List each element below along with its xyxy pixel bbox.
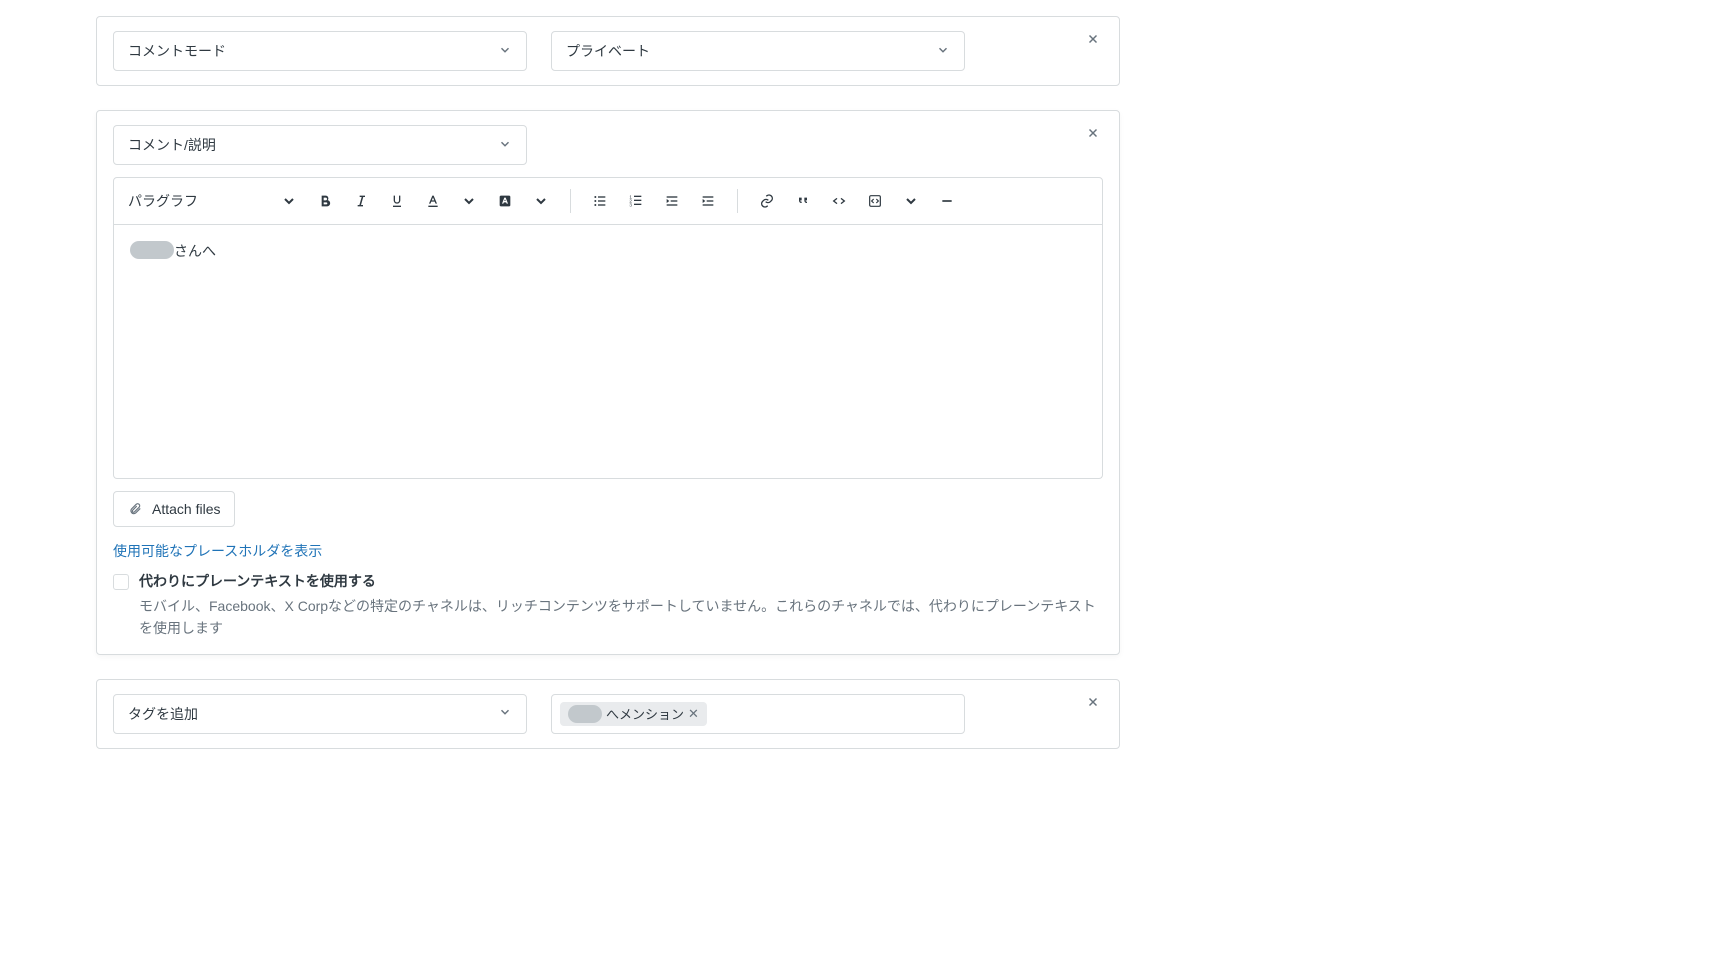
close-icon[interactable] [1083,123,1103,143]
quote-icon[interactable] [788,186,818,216]
underline-icon[interactable] [382,186,412,216]
plaintext-checkbox[interactable] [113,574,129,590]
close-icon[interactable] [1083,692,1103,712]
toolbar-separator [570,189,571,213]
indent-icon[interactable] [693,186,723,216]
mention-placeholder [130,241,174,259]
comment-type-select-value: コメント/説明 [128,135,216,155]
horizontal-rule-icon[interactable] [932,186,962,216]
italic-icon[interactable] [346,186,376,216]
text-color-dropdown-icon[interactable] [454,186,484,216]
close-icon[interactable] [1083,29,1103,49]
comment-mode-card: コメントモード プライベート [96,16,1120,86]
tag-chip-remove-icon[interactable]: ✕ [688,706,699,722]
numbered-list-icon[interactable]: 123 [621,186,651,216]
editor-content-area[interactable]: さんへ [113,225,1103,479]
paragraph-style-dropdown-icon[interactable] [274,186,304,216]
comment-mode-select-value: コメントモード [128,41,226,61]
chevron-down-icon [498,137,512,154]
editor-text: さんへ [174,241,216,261]
tag-action-select[interactable]: タグを追加 [113,694,527,734]
chevron-down-icon [936,43,950,60]
outdent-icon[interactable] [657,186,687,216]
toolbar-separator [737,189,738,213]
tag-chip: へメンション ✕ [560,702,707,726]
comment-mode-select[interactable]: コメントモード [113,31,527,71]
attach-files-button[interactable]: Attach files [113,491,235,527]
tag-card: タグを追加 へメンション ✕ [96,679,1120,749]
plaintext-checkbox-desc: モバイル、Facebook、X Corpなどの特定のチャネルは、リッチコンテンツ… [139,595,1103,640]
tag-input[interactable]: へメンション ✕ [551,694,965,734]
mention-placeholder [568,705,602,723]
background-color-dropdown-icon[interactable] [526,186,556,216]
chevron-down-icon [498,705,512,722]
visibility-select[interactable]: プライベート [551,31,965,71]
tag-action-select-value: タグを追加 [128,704,198,724]
svg-text:3: 3 [629,202,632,207]
tag-chip-label: へメンション [606,704,684,723]
visibility-select-value: プライベート [566,41,650,61]
bullet-list-icon[interactable] [585,186,615,216]
show-placeholders-link[interactable]: 使用可能なプレースホルダを表示 [113,541,1103,561]
chevron-down-icon [498,43,512,60]
code-block-icon[interactable] [860,186,890,216]
attach-files-label: Attach files [152,501,220,517]
text-color-icon[interactable] [418,186,448,216]
background-color-icon[interactable] [490,186,520,216]
comment-editor-card: コメント/説明 パラグラフ [96,110,1120,655]
paragraph-style-label: パラグラフ [128,191,198,211]
code-icon[interactable] [824,186,854,216]
comment-type-select[interactable]: コメント/説明 [113,125,527,165]
more-dropdown-icon[interactable] [896,186,926,216]
bold-icon[interactable] [310,186,340,216]
plaintext-checkbox-title: 代わりにプレーンテキストを使用する [139,571,1103,591]
editor-toolbar: パラグラフ [113,177,1103,225]
link-icon[interactable] [752,186,782,216]
